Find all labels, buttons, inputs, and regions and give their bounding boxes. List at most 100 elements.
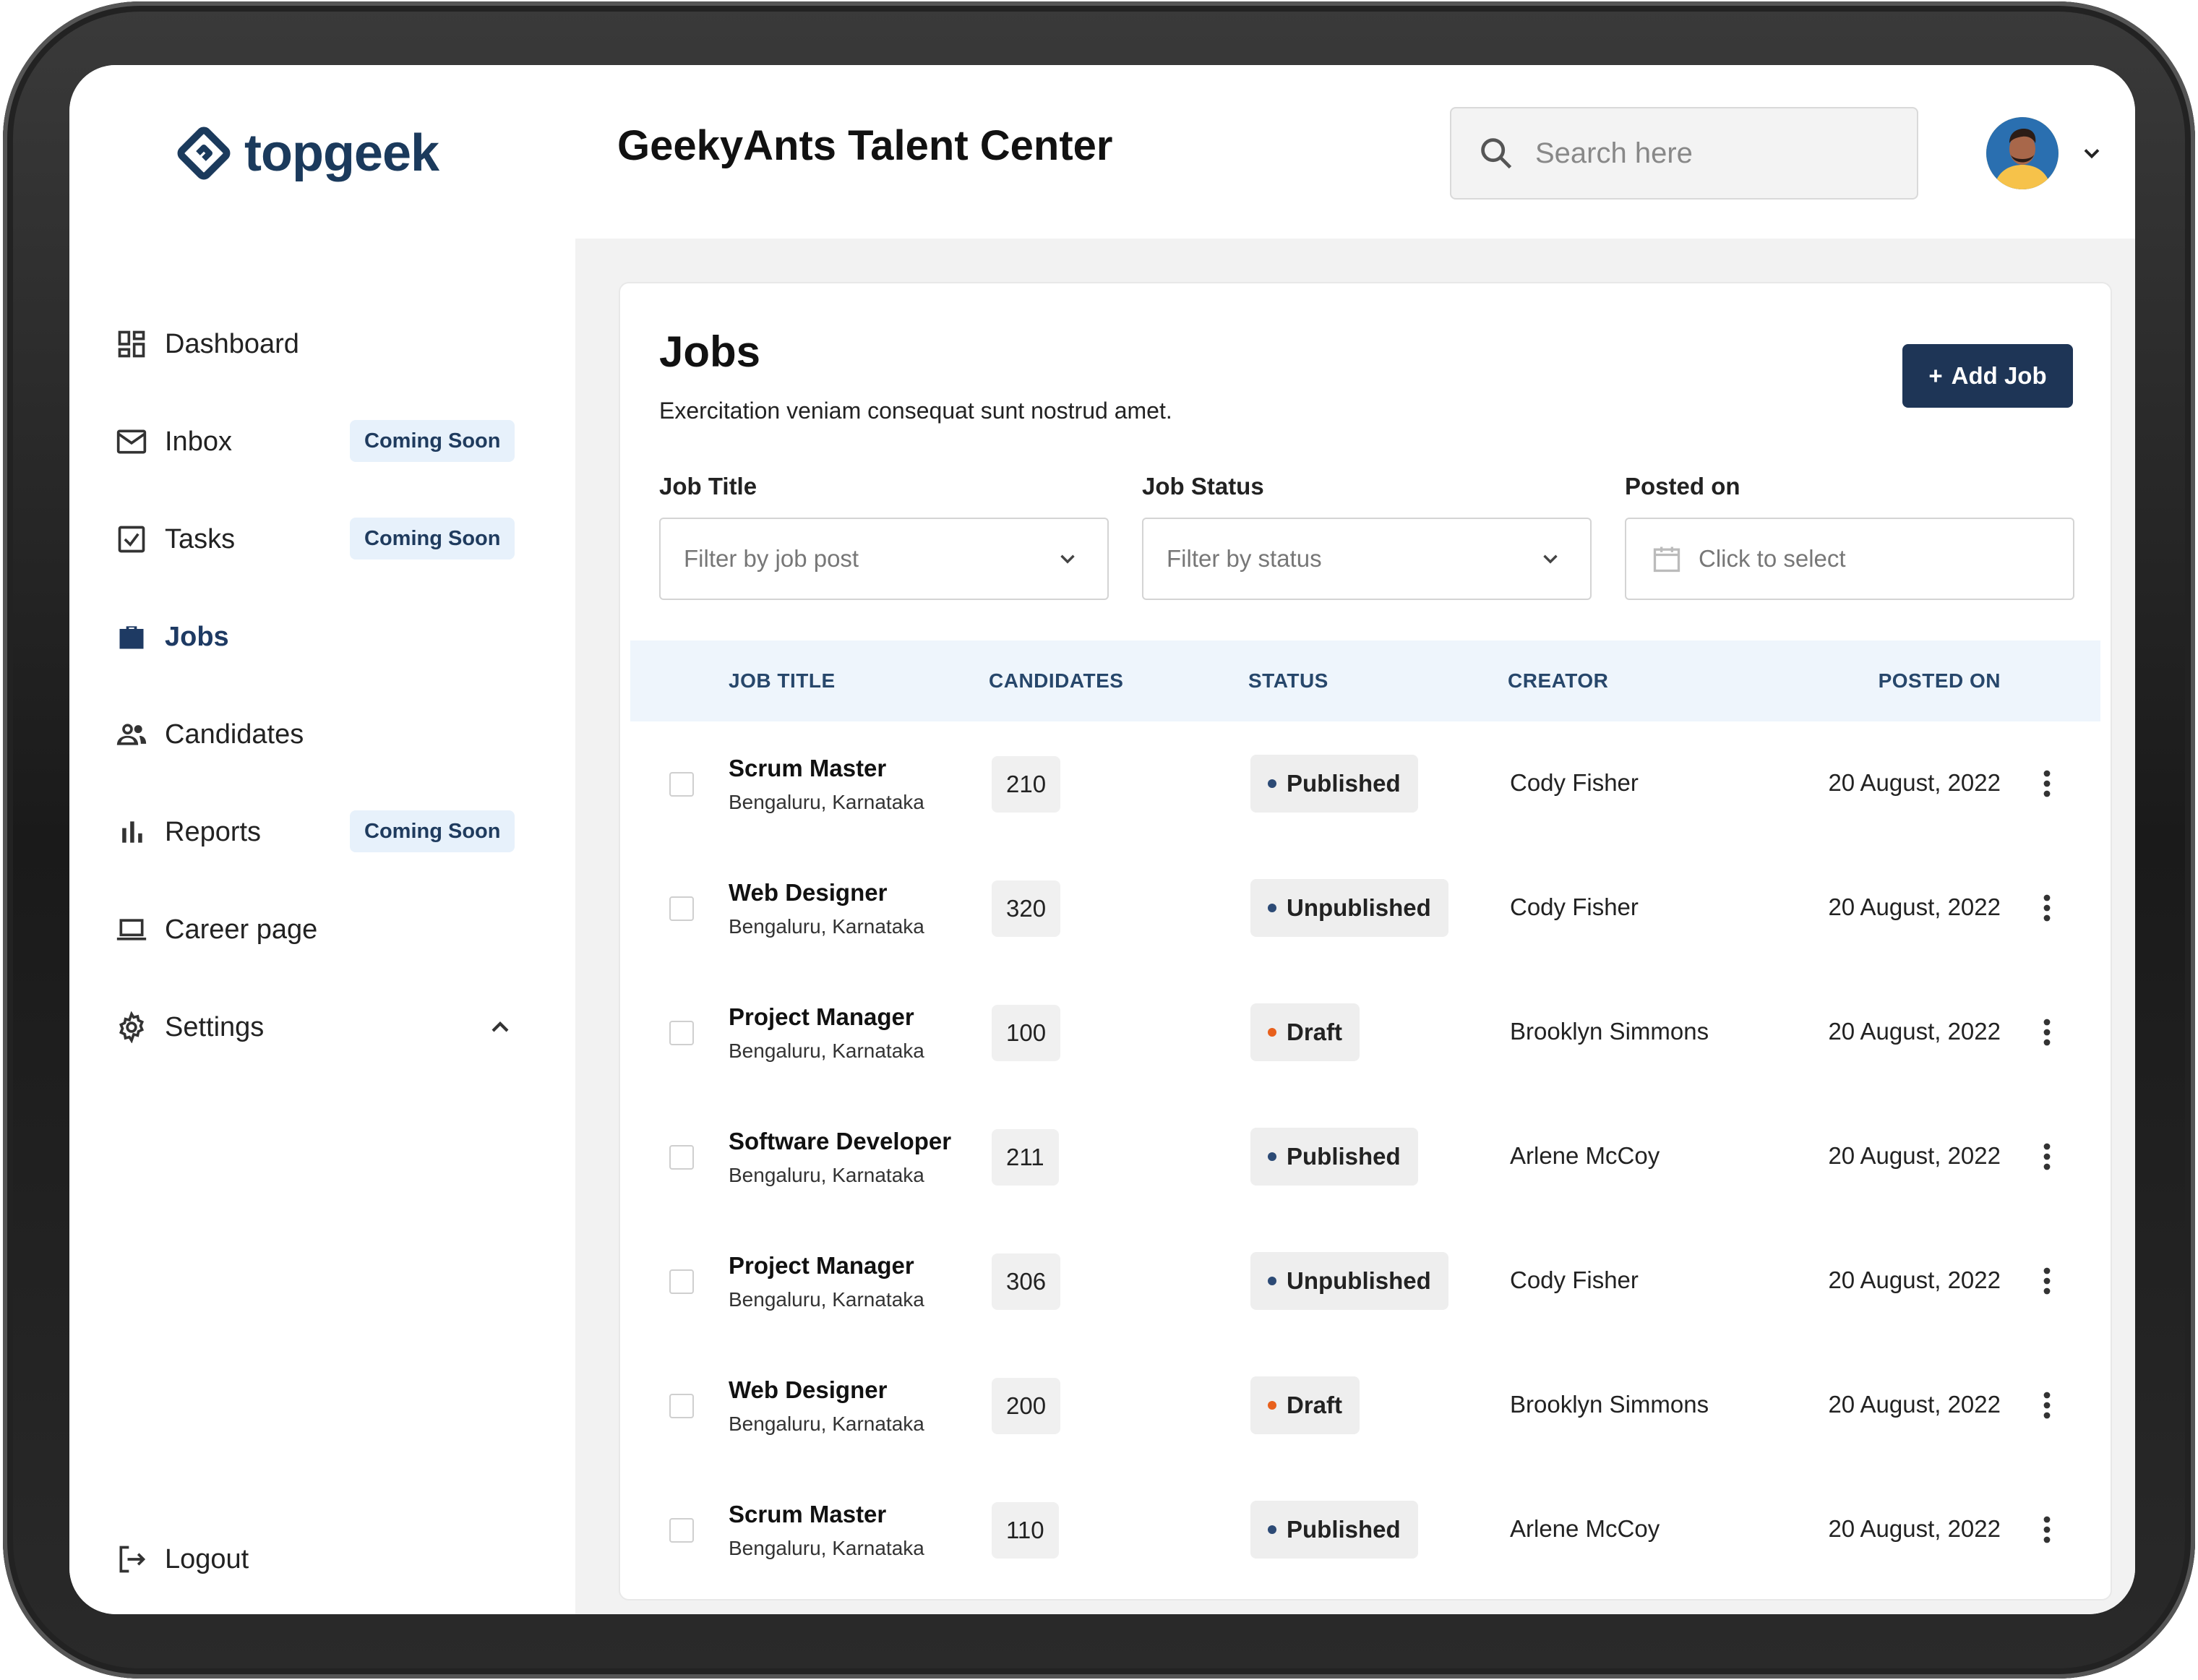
- chevron-down-icon[interactable]: [2079, 140, 2105, 166]
- job-title[interactable]: Scrum Master: [729, 1501, 886, 1528]
- job-title[interactable]: Web Designer: [729, 879, 887, 907]
- job-location: Bengaluru, Karnataka: [729, 1413, 924, 1435]
- job-title[interactable]: Project Manager: [729, 1003, 914, 1031]
- status-label: Unpublished: [1287, 894, 1431, 921]
- status-badge: Published: [1250, 1501, 1418, 1559]
- candidates-count: 211: [992, 1129, 1059, 1186]
- column-header-posted-on[interactable]: POSTED ON: [1879, 669, 2001, 693]
- row-checkbox[interactable]: [669, 896, 694, 921]
- status-dot-icon: [1268, 1401, 1276, 1410]
- status-dot-icon: [1268, 1277, 1276, 1285]
- job-title-filter-placeholder: Filter by job post: [684, 545, 859, 572]
- sidebar-item-label: Candidates: [165, 719, 304, 750]
- job-status-filter-select[interactable]: Filter by status: [1142, 518, 1592, 600]
- table-header: JOB TITLE CANDIDATES STATUS CREATOR POST…: [630, 640, 2100, 721]
- brand-logo[interactable]: topgeek: [176, 117, 439, 189]
- status-badge: Published: [1250, 1128, 1418, 1186]
- table-row[interactable]: Web Designer Bengaluru, Karnataka 200 Dr…: [630, 1343, 2100, 1467]
- job-location: Bengaluru, Karnataka: [729, 915, 924, 938]
- filter-label-posted-on: Posted on: [1625, 473, 1740, 500]
- more-vertical-icon[interactable]: [2043, 1267, 2051, 1295]
- avatar[interactable]: [1986, 117, 2059, 189]
- column-header-candidates[interactable]: CANDIDATES: [989, 669, 1123, 693]
- posted-date: 20 August, 2022: [1828, 1142, 2001, 1169]
- table-row[interactable]: Scrum Master Bengaluru, Karnataka 110 Pu…: [630, 1467, 2100, 1592]
- table-row[interactable]: Project Manager Bengaluru, Karnataka 100…: [630, 970, 2100, 1094]
- status-label: Published: [1287, 1143, 1401, 1170]
- job-title[interactable]: Web Designer: [729, 1376, 887, 1404]
- job-title-filter-select[interactable]: Filter by job post: [659, 518, 1109, 600]
- chevron-down-icon: [1060, 554, 1075, 564]
- search-input[interactable]: [1534, 136, 1884, 171]
- row-checkbox[interactable]: [669, 1021, 694, 1045]
- status-dot-icon: [1268, 1525, 1276, 1534]
- logout-button[interactable]: Logout: [116, 1530, 520, 1588]
- add-job-button[interactable]: + Add Job: [1902, 344, 2073, 408]
- more-vertical-icon[interactable]: [2043, 1391, 2051, 1420]
- jobs-card: Jobs Exercitation veniam consequat sunt …: [619, 282, 2112, 1600]
- status-label: Draft: [1287, 1392, 1343, 1418]
- row-checkbox[interactable]: [669, 1518, 694, 1543]
- candidates-count: 100: [992, 1005, 1061, 1061]
- more-vertical-icon[interactable]: [2043, 1515, 2051, 1544]
- laptop-icon: [116, 914, 147, 946]
- table-row[interactable]: Project Manager Bengaluru, Karnataka 306…: [630, 1219, 2100, 1343]
- row-checkbox[interactable]: [669, 1269, 694, 1294]
- posted-date: 20 August, 2022: [1828, 1018, 2001, 1045]
- sidebar-item-career-page[interactable]: Career page: [116, 901, 520, 959]
- posted-on-date-picker[interactable]: Click to select: [1625, 518, 2074, 600]
- sidebar-item-tasks[interactable]: Tasks Coming Soon: [116, 510, 520, 568]
- row-checkbox[interactable]: [669, 1394, 694, 1418]
- creator-name: Brooklyn Simmons: [1510, 1018, 1709, 1045]
- table-row[interactable]: Software Developer Bengaluru, Karnataka …: [630, 1094, 2100, 1219]
- creator-name: Arlene McCoy: [1510, 1142, 1660, 1169]
- coming-soon-badge: Coming Soon: [350, 518, 515, 560]
- table-row[interactable]: Web Designer Bengaluru, Karnataka 320 Un…: [630, 846, 2100, 970]
- coming-soon-badge: Coming Soon: [350, 810, 515, 852]
- posted-date: 20 August, 2022: [1828, 769, 2001, 796]
- more-vertical-icon[interactable]: [2043, 893, 2051, 922]
- job-title[interactable]: Scrum Master: [729, 755, 886, 782]
- sidebar-item-jobs[interactable]: Jobs: [116, 608, 520, 666]
- checkbox-icon: [116, 523, 147, 555]
- gear-icon: [116, 1011, 147, 1043]
- job-title[interactable]: Project Manager: [729, 1252, 914, 1280]
- row-checkbox[interactable]: [669, 1145, 694, 1170]
- mail-icon: [116, 426, 147, 458]
- row-checkbox[interactable]: [669, 772, 694, 797]
- job-title[interactable]: Software Developer: [729, 1128, 951, 1155]
- more-vertical-icon[interactable]: [2043, 1142, 2051, 1171]
- sidebar-item-candidates[interactable]: Candidates: [116, 706, 520, 763]
- creator-name: Cody Fisher: [1510, 893, 1639, 920]
- more-vertical-icon[interactable]: [2043, 1018, 2051, 1047]
- sidebar-item-dashboard[interactable]: Dashboard: [116, 315, 520, 373]
- coming-soon-badge: Coming Soon: [350, 420, 515, 462]
- main-content: Jobs Exercitation veniam consequat sunt …: [575, 239, 2135, 1614]
- table-row[interactable]: Scrum Master Bengaluru, Karnataka 210 Pu…: [630, 721, 2100, 846]
- logout-icon: [116, 1543, 147, 1575]
- creator-name: Cody Fisher: [1510, 1267, 1639, 1293]
- status-label: Draft: [1287, 1019, 1343, 1045]
- creator-name: Arlene McCoy: [1510, 1515, 1660, 1542]
- chevron-up-icon[interactable]: [486, 1013, 515, 1042]
- sidebar-item-label: Tasks: [165, 523, 236, 554]
- posted-on-placeholder: Click to select: [1699, 545, 1846, 572]
- brand-name: topgeek: [244, 124, 439, 182]
- logout-label: Logout: [165, 1543, 249, 1574]
- status-badge: Unpublished: [1250, 879, 1448, 937]
- search-box[interactable]: [1450, 107, 1918, 200]
- sidebar-item-settings[interactable]: Settings: [116, 998, 520, 1056]
- column-header-job-title[interactable]: JOB TITLE: [729, 669, 836, 693]
- job-location: Bengaluru, Karnataka: [729, 1537, 924, 1559]
- column-header-creator[interactable]: CREATOR: [1508, 669, 1608, 693]
- sidebar-item-inbox[interactable]: Inbox Coming Soon: [116, 413, 520, 471]
- candidates-count: 110: [992, 1502, 1059, 1559]
- column-header-status[interactable]: STATUS: [1248, 669, 1328, 693]
- status-label: Unpublished: [1287, 1267, 1431, 1294]
- app-screen: topgeek Dashboard Inbox Coming Soon Task…: [69, 65, 2135, 1614]
- sidebar-item-reports[interactable]: Reports Coming Soon: [116, 803, 520, 861]
- sidebar-item-label: Settings: [165, 1011, 265, 1042]
- candidates-count: 306: [992, 1253, 1061, 1310]
- more-vertical-icon[interactable]: [2043, 769, 2051, 798]
- job-location: Bengaluru, Karnataka: [729, 1288, 924, 1311]
